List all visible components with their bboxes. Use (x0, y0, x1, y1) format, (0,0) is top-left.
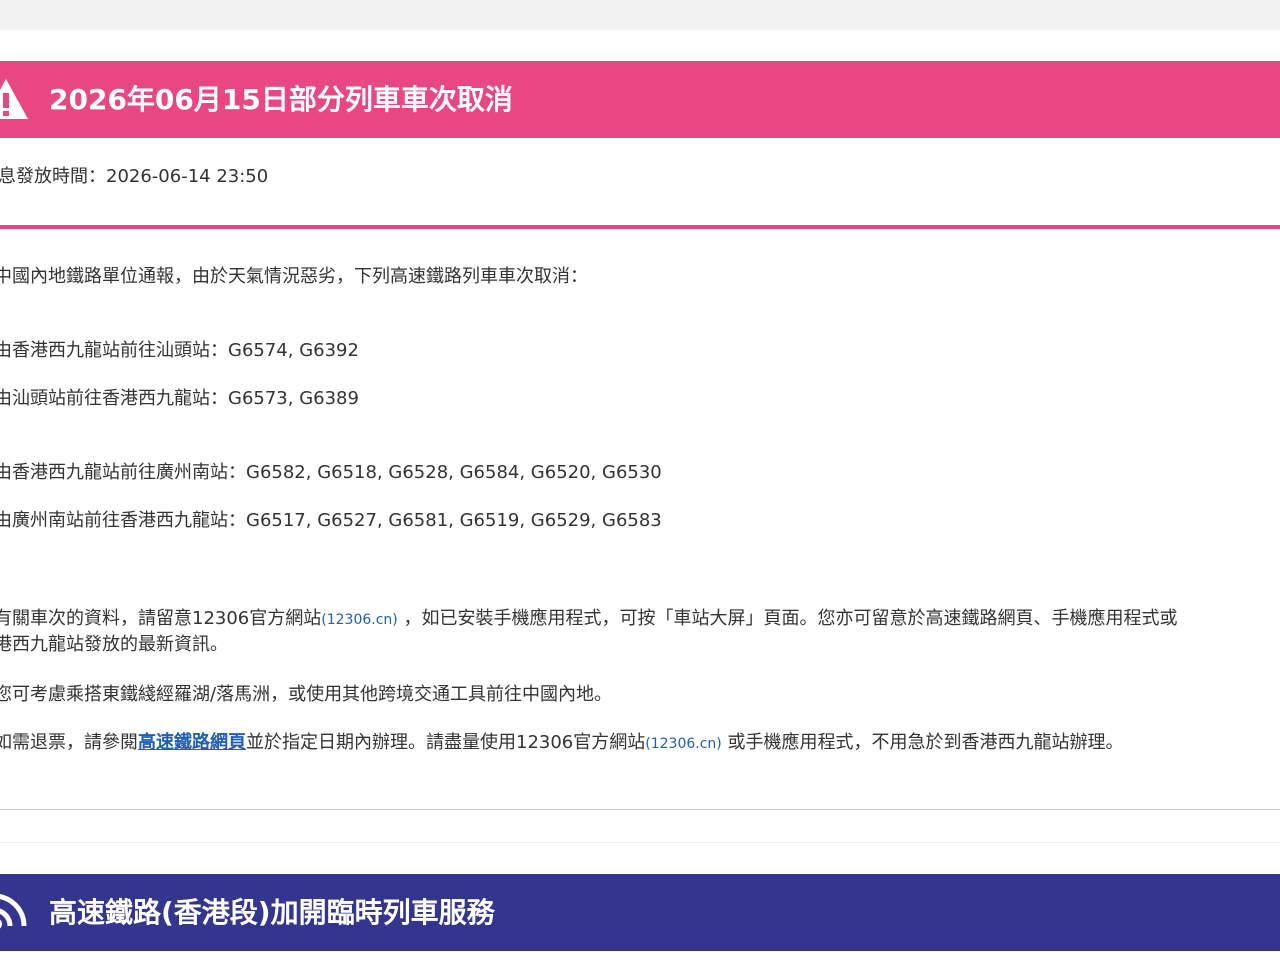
refund-text-cont: 並於指定日期內辦理。請盡量使用12306官方網站 (246, 732, 646, 753)
info-text: 有關車次的資料，請留意12306官方網站 (0, 608, 322, 629)
route-trains: G6574, G6392 (228, 340, 359, 361)
route-prefix: 由廣州南站前往香港西九龍站： (0, 510, 246, 531)
alt-transport-text: 您可考慮乘搭東鐵綫經羅湖/落馬洲，或使用其他跨境交通工具前往中國內地。 (0, 684, 613, 705)
hsr-website-link[interactable]: 高速鐵路網頁 (138, 732, 246, 753)
route-line: 由香港西九龍站前往廣州南站：G6582, G6518, G6528, G6584… (0, 458, 662, 484)
notice-banner[interactable]: 高速鐵路(香港段)加開臨時列車服務 (0, 874, 1280, 951)
route-line: 由香港西九龍站前往汕頭站：G6574, G6392 (0, 336, 359, 362)
route-trains: G6582, G6518, G6528, G6584, G6520, G6530 (246, 462, 662, 483)
alert-banner: 2026年06月15日部分列車車次取消 (0, 61, 1280, 138)
route-prefix: 由香港西九龍站前往汕頭站： (0, 340, 228, 361)
12306-link[interactable]: (12306.cn) (645, 736, 721, 752)
12306-link[interactable]: (12306.cn) (321, 612, 397, 628)
warning-icon (0, 79, 28, 119)
info-line-2: 港西九龍站發放的最新資訊。 (0, 634, 228, 655)
divider (0, 225, 1280, 229)
top-spacer (0, 0, 1280, 30)
divider (0, 842, 1280, 843)
broadcast-icon (0, 894, 27, 929)
alert-title: 2026年06月15日部分列車車次取消 (49, 83, 513, 116)
release-time: 息發放時間：2026-06-14 23:50 (0, 162, 268, 188)
route-line: 由汕頭站前往香港西九龍站：G6573, G6389 (0, 384, 359, 410)
intro-text: 中國內地鐵路單位通報，由於天氣情況惡劣，下列高速鐵路列車車次取消： (0, 266, 588, 287)
route-prefix: 由汕頭站前往香港西九龍站： (0, 388, 228, 409)
refund-text: 如需退票，請參閱 (0, 732, 138, 753)
refund-text-end: 或手機應用程式，不用急於到香港西九龍站辦理。 (727, 732, 1124, 753)
release-time-value: 2026-06-14 23:50 (106, 166, 269, 187)
notice-title[interactable]: 高速鐵路(香港段)加開臨時列車服務 (49, 874, 495, 951)
info-paragraph: 有關車次的資料，請留意12306官方網站(12306.cn) ，如已安裝手機應用… (0, 604, 1177, 630)
route-line: 由廣州南站前往香港西九龍站：G6517, G6527, G6581, G6519… (0, 506, 662, 532)
release-time-label: 息發放時間： (0, 166, 106, 187)
route-prefix: 由香港西九龍站前往廣州南站： (0, 462, 246, 483)
divider (0, 809, 1280, 810)
info-text-cont: ，如已安裝手機應用程式，可按「車站大屏」頁面。您亦可留意於高速鐵路網頁、手機應用… (403, 608, 1178, 629)
route-trains: G6517, G6527, G6581, G6519, G6529, G6583 (246, 510, 662, 531)
refund-paragraph: 如需退票，請參閱高速鐵路網頁並於指定日期內辦理。請盡量使用12306官方網站(1… (0, 728, 1123, 754)
route-trains: G6573, G6389 (228, 388, 359, 409)
